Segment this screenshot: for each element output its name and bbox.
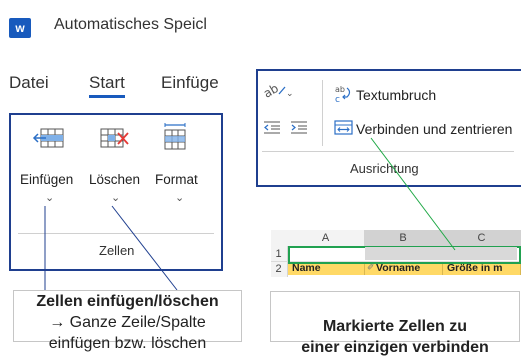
callout-line: Markierte Zellen zu bbox=[322, 318, 468, 335]
connector-line-merge bbox=[370, 137, 456, 251]
merge-callout: Markierte Zellen zu einer einzigen verbi… bbox=[270, 291, 520, 356]
insert-delete-callout: Zellen einfügen/löschen → Ganze Zeile/Sp… bbox=[13, 290, 242, 352]
callout-title: Zellen einfügen/löschen bbox=[36, 293, 219, 310]
callout-line: einer einzigen verbinden bbox=[301, 339, 489, 356]
connector-line-delete bbox=[111, 205, 178, 291]
callout-line: einfügen bzw. löschen bbox=[48, 335, 207, 352]
callout-line: → Ganze Zeile/Spalte bbox=[49, 314, 206, 331]
